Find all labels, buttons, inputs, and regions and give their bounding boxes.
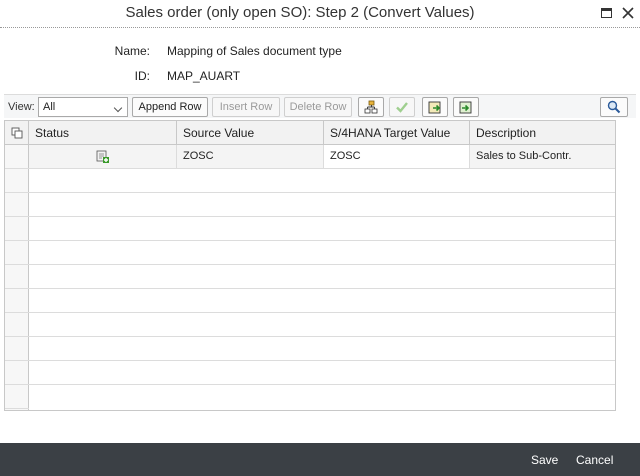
row-selector[interactable] (5, 193, 29, 217)
id-label-wrap: ID: (0, 69, 150, 83)
row-selector[interactable] (5, 361, 29, 385)
status-cell (29, 145, 177, 168)
name-label: Name: (114, 44, 150, 58)
select-all-icon (11, 127, 22, 139)
dialog-footer: Save Cancel (0, 443, 640, 476)
import-icon (459, 101, 472, 114)
maximize-button[interactable] (598, 5, 614, 21)
append-row-button[interactable]: Append Row (132, 97, 208, 117)
column-header-status[interactable]: Status (29, 121, 177, 145)
target-value-input[interactable]: ZOSC (324, 145, 470, 168)
view-select-value: All (43, 101, 56, 113)
column-header-source-value[interactable]: Source Value (177, 121, 324, 145)
export-icon (428, 101, 441, 114)
table-row-empty[interactable] (29, 241, 615, 265)
table-row-empty[interactable] (29, 337, 615, 361)
hierarchy-button[interactable] (358, 97, 384, 117)
table-row-empty[interactable] (29, 361, 615, 385)
maximize-icon (600, 8, 612, 18)
row-selector[interactable] (5, 145, 29, 169)
row-selector[interactable] (5, 241, 29, 265)
row-selector[interactable] (5, 217, 29, 241)
close-button[interactable] (620, 5, 636, 21)
hierarchy-icon (364, 100, 378, 114)
row-selector[interactable] (5, 313, 29, 337)
id-value: MAP_AUART (167, 69, 241, 83)
table-row-empty[interactable] (29, 193, 615, 217)
name-value: Mapping of Sales document type (167, 44, 342, 58)
table-row[interactable]: ZOSC ZOSC Sales to Sub-Contr. (29, 145, 615, 169)
row-selector[interactable] (5, 265, 29, 289)
column-header-description[interactable]: Description (470, 121, 615, 145)
mapping-table: Status Source Value S/4HANA Target Value… (4, 120, 616, 411)
save-button[interactable]: Save (531, 453, 558, 467)
table-row-empty[interactable] (29, 217, 615, 241)
checkmark-icon (396, 102, 408, 113)
cancel-button[interactable]: Cancel (576, 453, 613, 467)
table-row-empty[interactable] (29, 289, 615, 313)
export-button[interactable] (422, 97, 448, 117)
column-header-target-value[interactable]: S/4HANA Target Value (324, 121, 470, 145)
search-button[interactable] (600, 97, 628, 117)
table-toolbar: View: All Append Row Insert Row Delete R… (4, 94, 636, 118)
description-cell: Sales to Sub-Contr. (476, 150, 572, 162)
id-label: ID: (134, 69, 150, 83)
view-select[interactable]: All (38, 97, 128, 117)
row-selector[interactable] (5, 385, 29, 409)
table-row-empty[interactable] (29, 169, 615, 193)
name-label-wrap: Name: (0, 44, 150, 58)
row-selector[interactable] (5, 337, 29, 361)
check-button[interactable] (389, 97, 415, 117)
row-selector[interactable] (5, 169, 29, 193)
search-icon (607, 100, 621, 114)
add-entry-icon (96, 150, 109, 163)
table-row-empty[interactable] (29, 385, 615, 409)
view-label: View: (8, 101, 35, 113)
table-row-empty[interactable] (29, 313, 615, 337)
dialog-title-bar: Sales order (only open SO): Step 2 (Conv… (0, 0, 640, 28)
table-header: Status Source Value S/4HANA Target Value… (5, 121, 615, 145)
dialog-title: Sales order (only open SO): Step 2 (Conv… (125, 4, 475, 21)
source-value-cell: ZOSC (177, 145, 324, 168)
delete-row-button[interactable]: Delete Row (284, 97, 352, 117)
import-button[interactable] (453, 97, 479, 117)
table-row-empty[interactable] (29, 265, 615, 289)
chevron-down-icon (113, 103, 123, 113)
insert-row-button[interactable]: Insert Row (212, 97, 280, 117)
close-icon (622, 7, 634, 19)
row-selector[interactable] (5, 289, 29, 313)
select-all-button[interactable] (5, 121, 29, 145)
